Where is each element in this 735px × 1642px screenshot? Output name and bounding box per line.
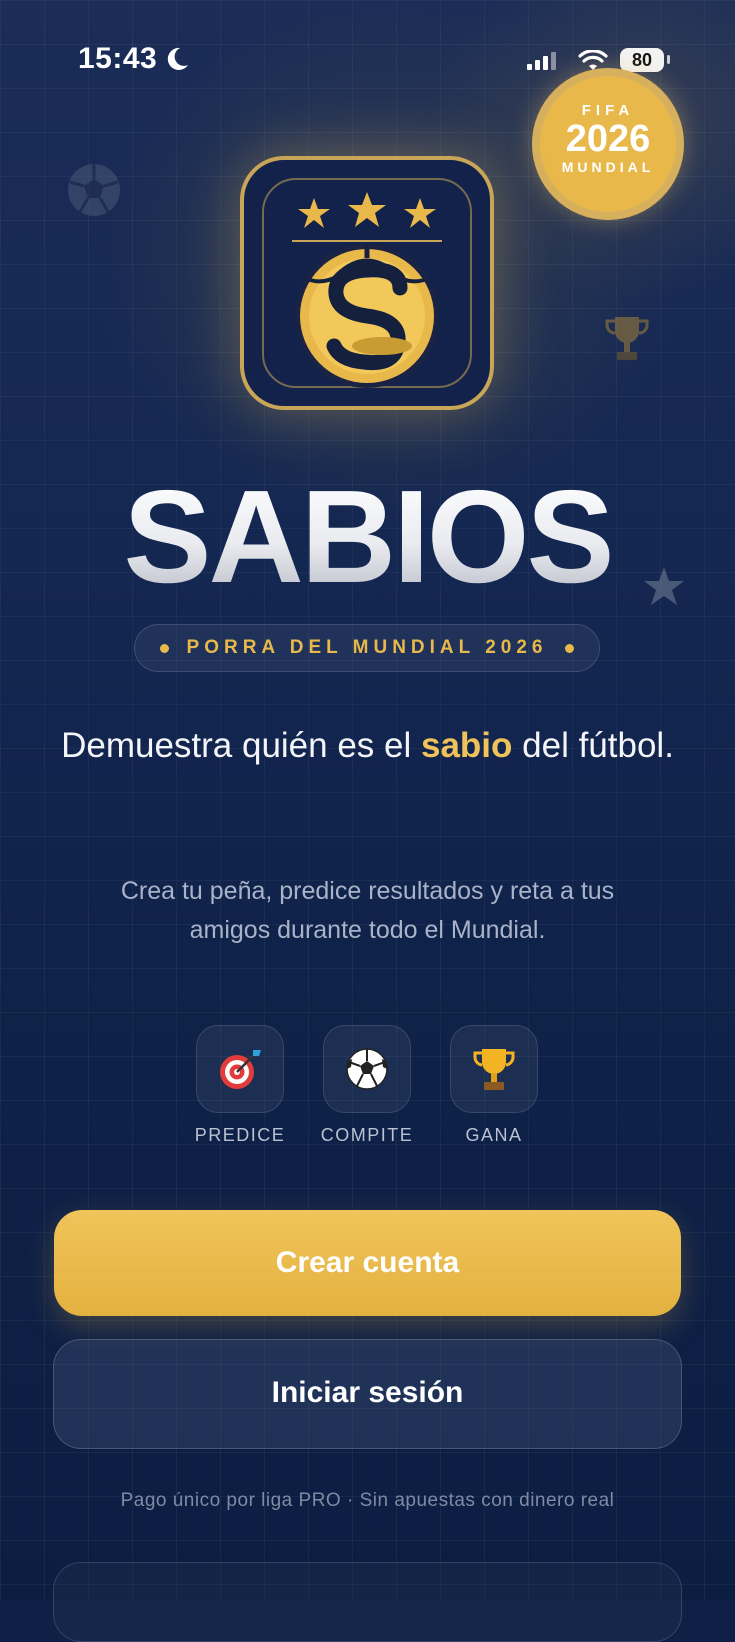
dart-target-icon xyxy=(220,1050,261,1089)
create-account-button[interactable]: Crear cuenta xyxy=(54,1210,681,1316)
headline-after: del fútbol. xyxy=(512,726,674,765)
trophy-icon xyxy=(473,1049,515,1090)
feature-predice: PREDICE xyxy=(175,1025,305,1146)
feature-label: COMPITE xyxy=(320,1125,414,1145)
feature-icon-box xyxy=(196,1025,284,1113)
battery-indicator: 80 xyxy=(620,48,664,72)
battery-tip xyxy=(667,55,670,64)
status-time: 15:43 xyxy=(78,42,158,75)
app-title: SABIOS xyxy=(0,471,735,603)
badge-line-3: MUNDIAL xyxy=(561,159,655,175)
feature-label: GANA xyxy=(465,1125,523,1145)
badge-line-1: FIFA xyxy=(581,102,635,119)
bottom-card[interactable] xyxy=(53,1562,682,1642)
feature-label: PREDICE xyxy=(194,1125,286,1145)
soccer-ball-icon xyxy=(346,1048,388,1090)
headline-before: Demuestra quién es el xyxy=(61,726,421,765)
cellular-signal-icon xyxy=(527,52,556,70)
headline-highlight: sabio xyxy=(421,726,513,765)
pill-dot-right xyxy=(565,643,575,653)
feature-icon-box xyxy=(450,1025,538,1113)
headline: Demuestra quién es el sabio del fútbol. xyxy=(60,722,675,770)
footnote: Pago único por liga PRO · Sin apuestas c… xyxy=(120,1490,615,1511)
moon-icon xyxy=(167,47,188,70)
fifa-2026-badge: FIFA 2026 MUNDIAL xyxy=(532,68,684,220)
subtitle-pill: PORRA DEL MUNDIAL 2026 xyxy=(134,624,600,672)
trophy-decoration-icon xyxy=(605,317,649,360)
logo-emblem-icon xyxy=(292,192,442,388)
feature-icon-box xyxy=(323,1025,411,1113)
badge-line-2: 2026 xyxy=(565,118,651,160)
description: Crea tu peña, predice resultados y reta … xyxy=(120,877,615,944)
pill-text: PORRA DEL MUNDIAL 2026 xyxy=(186,637,548,658)
feature-gana: GANA xyxy=(429,1025,559,1146)
app-logo xyxy=(240,156,494,410)
soccer-ball-decoration-icon xyxy=(68,164,120,216)
sign-in-button[interactable]: Iniciar sesión xyxy=(53,1339,682,1449)
pill-dot-left xyxy=(159,643,169,653)
feature-compite: COMPITE xyxy=(302,1025,432,1146)
